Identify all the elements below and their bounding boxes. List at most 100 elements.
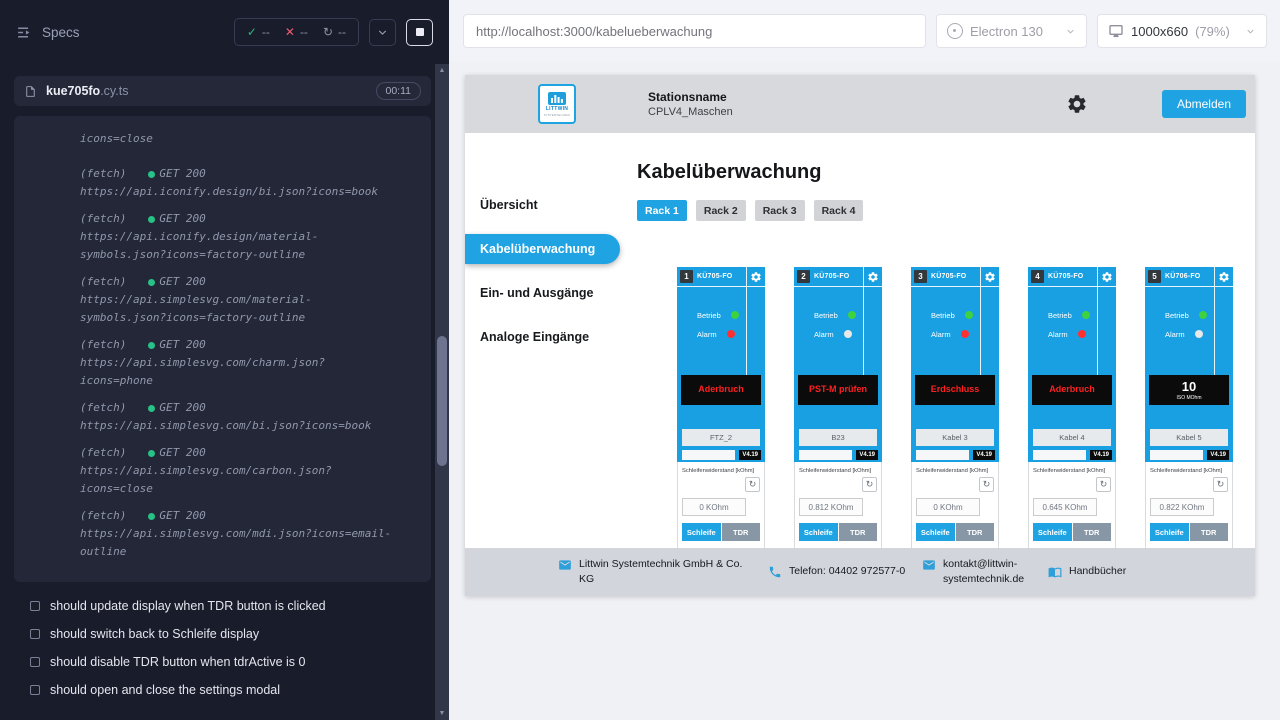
tab-rack-2[interactable]: Rack 2 <box>696 200 746 221</box>
log-entry[interactable]: (fetch)GET 200 https://api.simplesvg.com… <box>80 507 423 561</box>
littwin-logo-mark <box>548 92 566 105</box>
card-settings-icon[interactable] <box>750 271 762 283</box>
tab-rack-3[interactable]: Rack 3 <box>755 200 805 221</box>
status-ok-dot <box>148 216 155 223</box>
card-settings-icon[interactable] <box>984 271 996 283</box>
cable-name-field[interactable]: B23 <box>799 429 877 446</box>
schleife-button[interactable]: Schleife <box>1033 523 1072 541</box>
test-item[interactable]: should open and close the settings modal <box>0 676 435 704</box>
screen: Specs ✓-- ✕-- ↻-- kue705fo.cy.ts 00:11 i… <box>0 0 1280 720</box>
log-overflow-line: icons=close <box>80 130 392 148</box>
log-entry[interactable]: (fetch)GET 200 https://api.simplesvg.com… <box>80 399 423 435</box>
device-card-5: 5 KÜ706-FO Betrieb Alarm 10 <box>1145 267 1233 562</box>
tab-rack-1[interactable]: Rack 1 <box>637 200 687 221</box>
firmware-version: V4.19 <box>856 450 878 460</box>
measurement-label: Schleifenwiderstand [kOhm] <box>1150 468 1228 474</box>
log-entry[interactable]: (fetch)GET 200 https://api.simplesvg.com… <box>80 336 423 390</box>
tdr-button[interactable]: TDR <box>1073 523 1112 541</box>
footer-email[interactable]: kontakt@littwin-systemtechnik.de <box>922 557 1037 587</box>
refresh-button[interactable]: ↻ <box>745 477 760 492</box>
logout-button[interactable]: Abmelden <box>1162 90 1246 118</box>
spec-name: kue705fo.cy.ts <box>46 82 128 100</box>
card-settings-icon[interactable] <box>867 271 879 283</box>
device-card-3: 3 KÜ705-FO Betrieb Alarm Erdschluss Kabe… <box>911 267 999 562</box>
tdr-button[interactable]: TDR <box>1190 523 1229 541</box>
passed-check-icon: ✓ <box>247 25 257 39</box>
stop-button[interactable] <box>406 19 433 46</box>
browser-select[interactable]: Electron 130 <box>936 14 1087 48</box>
log-entry[interactable]: (fetch)GET 200 https://api.simplesvg.com… <box>80 273 423 327</box>
viewport-select[interactable]: 1000x660 (79%) <box>1097 14 1267 48</box>
alarm-led-row: Alarm <box>697 329 765 339</box>
runner-body: kue705fo.cy.ts 00:11 icons=close (fetch)… <box>0 64 449 720</box>
cable-name-field[interactable]: Kabel 3 <box>916 429 994 446</box>
rack-tabs: Rack 1 Rack 2 Rack 3 Rack 4 <box>637 200 1255 221</box>
chevron-down-icon <box>1245 26 1256 37</box>
measurement-panel: Schleifenwiderstand [kOhm] ↻ 0.822 KOhm … <box>1145 462 1233 562</box>
refresh-button[interactable]: ↻ <box>1213 477 1228 492</box>
url-bar[interactable]: http://localhost:3000/kabelueberwachung <box>463 14 926 48</box>
spec-header[interactable]: kue705fo.cy.ts 00:11 <box>14 76 431 106</box>
alarm-led <box>1078 330 1086 338</box>
chevron-down-icon <box>1065 26 1076 37</box>
card-settings-icon[interactable] <box>1101 271 1113 283</box>
log-entry[interactable]: (fetch)GET 200 https://api.iconify.desig… <box>80 165 423 201</box>
betrieb-led-row: Betrieb <box>697 310 765 320</box>
specs-toggle[interactable]: Specs <box>16 24 80 41</box>
measurement-panel: Schleifenwiderstand [kOhm] ↻ 0.812 KOhm … <box>794 462 882 562</box>
schleife-button[interactable]: Schleife <box>916 523 955 541</box>
nav-uebersicht[interactable]: Übersicht <box>465 190 620 220</box>
cable-name-field[interactable]: Kabel 4 <box>1033 429 1111 446</box>
device-card-4: 4 KÜ705-FO Betrieb Alarm Aderbruch Kabel… <box>1028 267 1116 562</box>
tdr-button[interactable]: TDR <box>956 523 995 541</box>
cable-name-field[interactable]: FTZ_2 <box>682 429 760 446</box>
footer-manuals[interactable]: Handbücher <box>1048 564 1126 579</box>
cable-name-field[interactable]: Kabel 5 <box>1150 429 1228 446</box>
bottom-strip <box>682 450 735 460</box>
card-settings-icon[interactable] <box>1218 271 1230 283</box>
measurement-value: 0.812 KOhm <box>799 498 863 516</box>
spec-timer: 00:11 <box>376 82 422 100</box>
stop-icon <box>416 28 424 36</box>
test-item[interactable]: should update display when TDR button is… <box>0 592 435 620</box>
measurement-label: Schleifenwiderstand [kOhm] <box>916 468 994 474</box>
request-url: https://api.iconify.design/bi.json?icons… <box>80 183 392 201</box>
scroll-up-arrow[interactable]: ▲ <box>435 67 449 74</box>
reporter: kue705fo.cy.ts 00:11 icons=close (fetch)… <box>0 64 435 720</box>
scroll-thumb[interactable] <box>437 336 447 466</box>
measurement-label: Schleifenwiderstand [kOhm] <box>1033 468 1111 474</box>
log-entry[interactable]: (fetch)GET 200 https://api.simplesvg.com… <box>80 444 423 498</box>
betrieb-led <box>1199 311 1207 319</box>
schleife-button[interactable]: Schleife <box>682 523 721 541</box>
settings-gear-icon[interactable] <box>1066 93 1088 115</box>
nav-ein-und-ausgaenge[interactable]: Ein- und Ausgänge <box>465 278 620 308</box>
failed-cross-icon: ✕ <box>285 25 295 39</box>
firmware-version: V4.19 <box>739 450 761 460</box>
nav-analoge-eingaenge[interactable]: Analoge Eingänge <box>465 322 620 352</box>
tdr-button[interactable]: TDR <box>722 523 761 541</box>
refresh-button[interactable]: ↻ <box>1096 477 1111 492</box>
monitor-icon <box>1108 23 1124 39</box>
device-model: KÜ705-FO <box>814 273 849 280</box>
tab-rack-4[interactable]: Rack 4 <box>814 200 864 221</box>
station-label: Stationsname <box>648 90 733 104</box>
collapse-button[interactable] <box>369 19 396 46</box>
request-url: https://api.simplesvg.com/mdi.json?icons… <box>80 525 392 561</box>
status-display: Aderbruch <box>1032 375 1112 405</box>
refresh-button[interactable]: ↻ <box>979 477 994 492</box>
test-item[interactable]: should disable TDR button when tdrActive… <box>0 648 435 676</box>
nav-kabelueberwachung[interactable]: Kabelüberwachung <box>465 234 620 264</box>
run-stats: ✓-- ✕-- ↻-- <box>234 18 359 46</box>
scroll-down-arrow[interactable]: ▼ <box>435 710 449 717</box>
device-card-2: 2 KÜ705-FO Betrieb Alarm PST-M prüfen B2… <box>794 267 882 562</box>
test-item[interactable]: should switch back to Schleife display <box>0 620 435 648</box>
runner-scrollbar[interactable]: ▲ ▼ <box>435 64 449 720</box>
schleife-button[interactable]: Schleife <box>1150 523 1189 541</box>
status-display: Aderbruch <box>681 375 761 405</box>
schleife-button[interactable]: Schleife <box>799 523 838 541</box>
test-state-icon <box>30 629 40 639</box>
alarm-led-row: Alarm <box>931 329 999 339</box>
log-entry[interactable]: (fetch)GET 200 https://api.iconify.desig… <box>80 210 423 264</box>
tdr-button[interactable]: TDR <box>839 523 878 541</box>
refresh-button[interactable]: ↻ <box>862 477 877 492</box>
